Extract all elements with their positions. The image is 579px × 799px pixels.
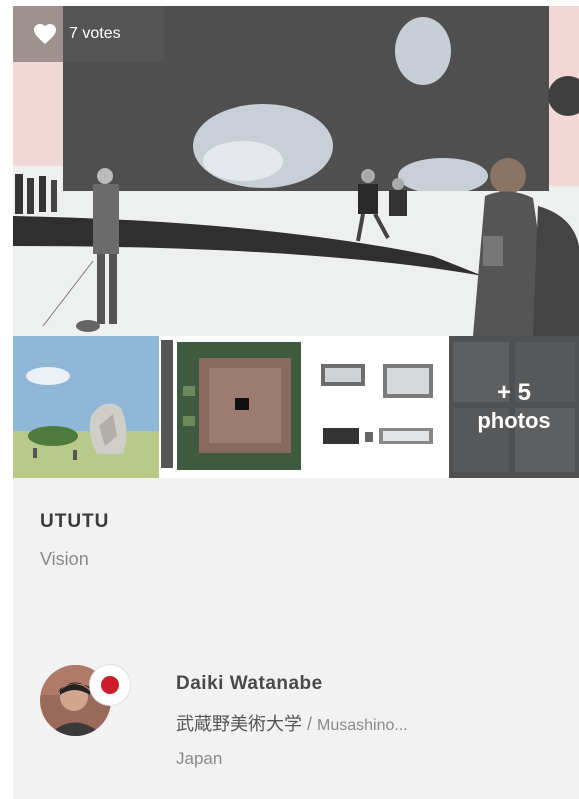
project-card[interactable]: 7 votes + 5 photos UTUTU Vision Daiki Wa… bbox=[13, 6, 579, 799]
affiliation-separator: / bbox=[302, 714, 318, 734]
author-name[interactable]: Daiki Watanabe bbox=[176, 673, 323, 695]
country-flag-icon bbox=[90, 665, 130, 705]
affiliation-jp: 武蔵野美術大学 bbox=[176, 714, 302, 734]
author-country: Japan bbox=[176, 749, 223, 768]
hero-image[interactable]: 7 votes bbox=[13, 6, 579, 336]
vote-button[interactable]: 7 votes bbox=[13, 6, 164, 62]
more-photos-label: photos bbox=[477, 408, 551, 433]
more-photos-count: + 5 bbox=[496, 379, 532, 406]
thumbnail-3[interactable] bbox=[307, 336, 449, 478]
heart-icon bbox=[34, 24, 56, 44]
project-title[interactable]: UTUTU bbox=[40, 511, 109, 533]
more-photos-overlay: + 5 photos bbox=[449, 336, 579, 478]
affiliation-en: Musashino... bbox=[317, 717, 408, 734]
author-affiliation: 武蔵野美術大学 / Musashino... bbox=[176, 710, 408, 736]
more-photos-button[interactable]: + 5 photos bbox=[449, 336, 579, 478]
project-category: Vision bbox=[40, 549, 89, 569]
thumbnail-1[interactable] bbox=[13, 336, 159, 478]
thumbnail-strip: + 5 photos bbox=[13, 336, 579, 478]
vote-count: 7 votes bbox=[69, 25, 121, 42]
thumbnail-2[interactable] bbox=[159, 336, 307, 478]
